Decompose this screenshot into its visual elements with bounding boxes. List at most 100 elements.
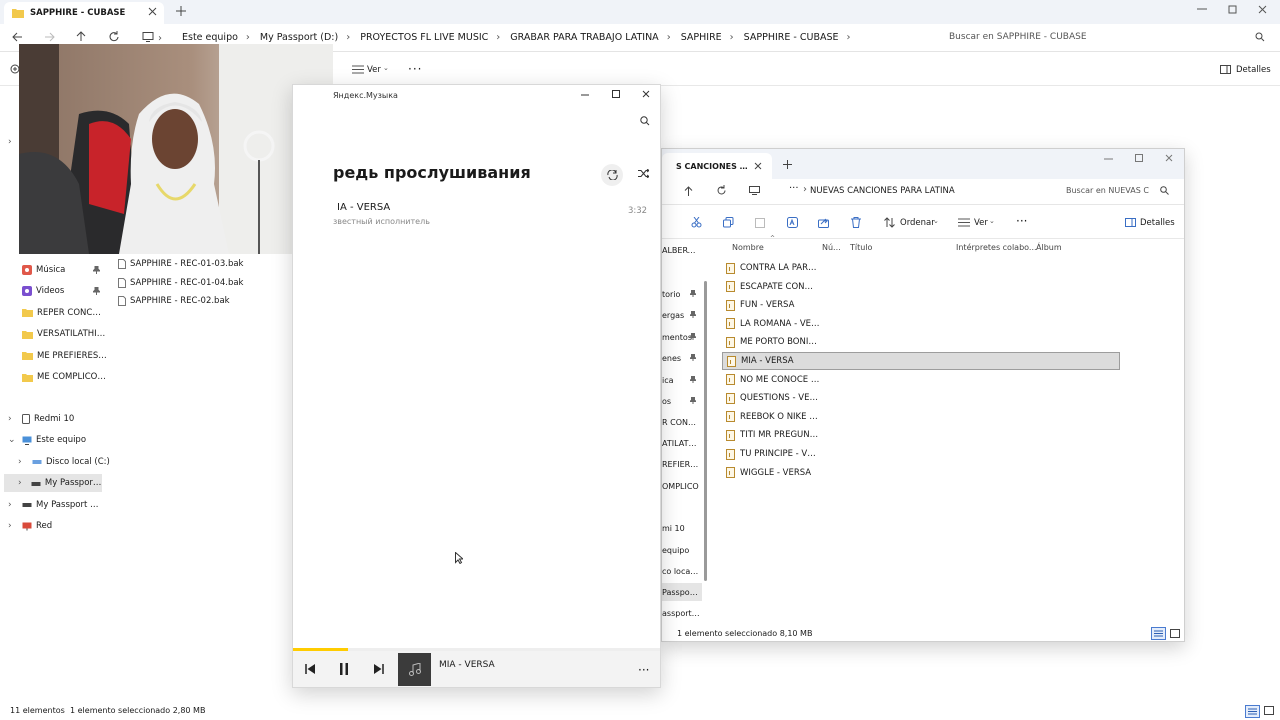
- next-icon[interactable]: [374, 664, 384, 674]
- exp2-search-icon[interactable]: [1160, 186, 1169, 195]
- music-search-icon[interactable]: [640, 116, 650, 126]
- breadcrumb-item[interactable]: My Passport (D:): [260, 32, 338, 43]
- column-header[interactable]: Nombre: [732, 243, 764, 252]
- exp2-list-view-icon[interactable]: [1151, 627, 1166, 640]
- pin-icon[interactable]: [690, 311, 696, 318]
- song-file-item[interactable]: ESCAPATE CONMIG...: [722, 278, 1120, 296]
- nav-tree-item[interactable]: ⌄ Este equipo: [4, 431, 114, 449]
- search-input[interactable]: Buscar en SAPPHIRE - CUBASE: [949, 32, 1249, 42]
- new-tab-icon[interactable]: [176, 6, 186, 16]
- repeat-icon[interactable]: [601, 164, 623, 186]
- nav-quick-item[interactable]: REPER CONCURSO: [22, 304, 117, 322]
- song-file-item[interactable]: LA ROMANA - VER...: [722, 315, 1120, 333]
- breadcrumb-item[interactable]: GRABAR PARA TRABAJO LATINA: [510, 32, 658, 43]
- view-button[interactable]: Ver: [367, 65, 381, 75]
- nav-tree-item[interactable]: › My Passport (D:): [4, 474, 102, 493]
- nav-tree-item[interactable]: › Red: [4, 517, 114, 535]
- exp2-path-more-icon[interactable]: ···: [789, 183, 799, 194]
- exp2-nav-item[interactable]: REFIERES A: [662, 455, 702, 473]
- details-button[interactable]: Detalles: [1236, 65, 1271, 75]
- exp2-view-button[interactable]: Ver: [974, 218, 988, 228]
- song-file-item[interactable]: CONTRA LA PARED...: [722, 259, 1120, 277]
- previous-icon[interactable]: [305, 664, 315, 674]
- share-icon[interactable]: [818, 217, 829, 228]
- exp2-tab[interactable]: S CANCIONES PARA LA: [662, 153, 772, 179]
- exp2-nav-item[interactable]: R CONCUR: [662, 413, 702, 431]
- pin-icon[interactable]: [690, 290, 696, 297]
- pin-icon[interactable]: [690, 354, 696, 361]
- search-icon[interactable]: [1255, 32, 1265, 42]
- exp2-tab-close-icon[interactable]: [754, 162, 762, 170]
- exp2-breadcrumb[interactable]: NUEVAS CANCIONES PARA LATINA: [810, 186, 955, 196]
- breadcrumb-item[interactable]: Este equipo: [182, 32, 238, 43]
- nav-tree-item[interactable]: › My Passport (D:): [4, 496, 114, 514]
- sort-button[interactable]: Ordenar: [900, 218, 935, 228]
- chevron-right-icon[interactable]: ›: [8, 521, 18, 531]
- music-close-icon[interactable]: [642, 90, 650, 98]
- queue-track-item[interactable]: IA - VERSA звестный исполнитель 3:32: [333, 200, 653, 228]
- nav-quick-item[interactable]: VERSATILATHION (: [22, 325, 117, 343]
- file-item[interactable]: SAPPHIRE - REC-01-04.bak: [118, 274, 288, 292]
- song-file-item[interactable]: TU PRINCIPE - VER...: [722, 445, 1120, 463]
- song-file-item[interactable]: ME PORTO BONITO...: [722, 333, 1120, 351]
- exp2-details-button[interactable]: Detalles: [1140, 218, 1175, 228]
- exp2-refresh-icon[interactable]: [716, 185, 726, 195]
- more-icon[interactable]: ···: [408, 62, 422, 76]
- close-window-icon[interactable]: [1258, 5, 1267, 14]
- cut-icon[interactable]: [691, 217, 702, 228]
- exp2-nav-item[interactable]: ergas: [662, 306, 702, 324]
- exp2-nav-item[interactable]: assport (D:: [662, 604, 702, 622]
- minimize-icon[interactable]: [1197, 8, 1207, 10]
- nav-quick-item[interactable]: Videos: [22, 282, 117, 300]
- copy-icon[interactable]: [723, 217, 734, 228]
- breadcrumb-item[interactable]: PROYECTOS FL LIVE MUSIC: [360, 32, 488, 43]
- exp2-nav-item[interactable]: OMPLICO: [662, 477, 702, 495]
- player-more-icon[interactable]: ···: [638, 663, 649, 677]
- shuffle-icon[interactable]: [638, 169, 649, 178]
- music-minimize-icon[interactable]: [581, 94, 589, 96]
- song-file-item[interactable]: MIA - VERSA: [722, 352, 1120, 370]
- rename-icon[interactable]: [787, 217, 798, 228]
- forward-icon[interactable]: [44, 32, 55, 42]
- exp2-nav-item[interactable]: torio: [662, 285, 702, 303]
- tile-view-icon[interactable]: [1264, 706, 1274, 715]
- exp2-new-tab-icon[interactable]: [783, 160, 792, 169]
- view-icon[interactable]: [352, 65, 364, 74]
- exp2-minimize-icon[interactable]: [1104, 158, 1113, 160]
- breadcrumb[interactable]: Este equipo › My Passport (D:) › PROYECTOS F…: [182, 32, 861, 43]
- nav-quick-item[interactable]: ME COMPLICO STI: [22, 368, 117, 386]
- column-header[interactable]: Álbum: [1036, 243, 1062, 252]
- song-file-item[interactable]: TITI MR PREGUNTO...: [722, 426, 1120, 444]
- exp2-maximize-icon[interactable]: [1135, 154, 1143, 162]
- main-tab[interactable]: SAPPHIRE - CUBASE: [4, 2, 164, 24]
- exp2-nav-item[interactable]: ALBERTO -: [662, 241, 702, 259]
- song-file-item[interactable]: QUESTIONS - VERSA: [722, 389, 1120, 407]
- exp2-nav-item[interactable]: equipo: [662, 541, 702, 559]
- music-maximize-icon[interactable]: [612, 90, 620, 98]
- nav-quick-item[interactable]: Música: [22, 261, 117, 279]
- list-view-icon[interactable]: [1245, 705, 1260, 718]
- exp2-nav-item[interactable]: Passport (: [662, 583, 702, 601]
- exp2-nav-item[interactable]: ica: [662, 371, 702, 389]
- delete-icon[interactable]: [851, 217, 861, 228]
- exp2-nav-item[interactable]: enes: [662, 349, 702, 367]
- exp2-close-icon[interactable]: [1165, 154, 1173, 162]
- details-icon[interactable]: [1220, 65, 1231, 74]
- chevron-down-icon[interactable]: ⌄: [8, 435, 18, 445]
- song-file-item[interactable]: REEBOK O NIKE - V...: [722, 408, 1120, 426]
- exp2-up-icon[interactable]: [684, 186, 693, 196]
- column-header[interactable]: Nú...: [822, 243, 841, 252]
- breadcrumb-item[interactable]: SAPPHIRE - CUBASE: [744, 32, 839, 43]
- exp2-details-icon[interactable]: [1125, 218, 1136, 227]
- song-file-item[interactable]: NO ME CONOCE - ...: [722, 371, 1120, 389]
- pin-icon[interactable]: [93, 287, 100, 296]
- song-file-item[interactable]: FUN - VERSA: [722, 296, 1120, 314]
- chevron-right-icon[interactable]: ›: [8, 500, 18, 510]
- chevron-right-icon[interactable]: ›: [8, 414, 18, 424]
- column-header[interactable]: Título: [850, 243, 872, 252]
- maximize-icon[interactable]: [1228, 5, 1237, 14]
- breadcrumb-item[interactable]: SAPHIRE: [681, 32, 722, 43]
- expand-icon[interactable]: ›: [8, 137, 12, 147]
- exp2-more-icon[interactable]: ···: [1016, 214, 1027, 228]
- exp2-tile-view-icon[interactable]: [1170, 629, 1180, 638]
